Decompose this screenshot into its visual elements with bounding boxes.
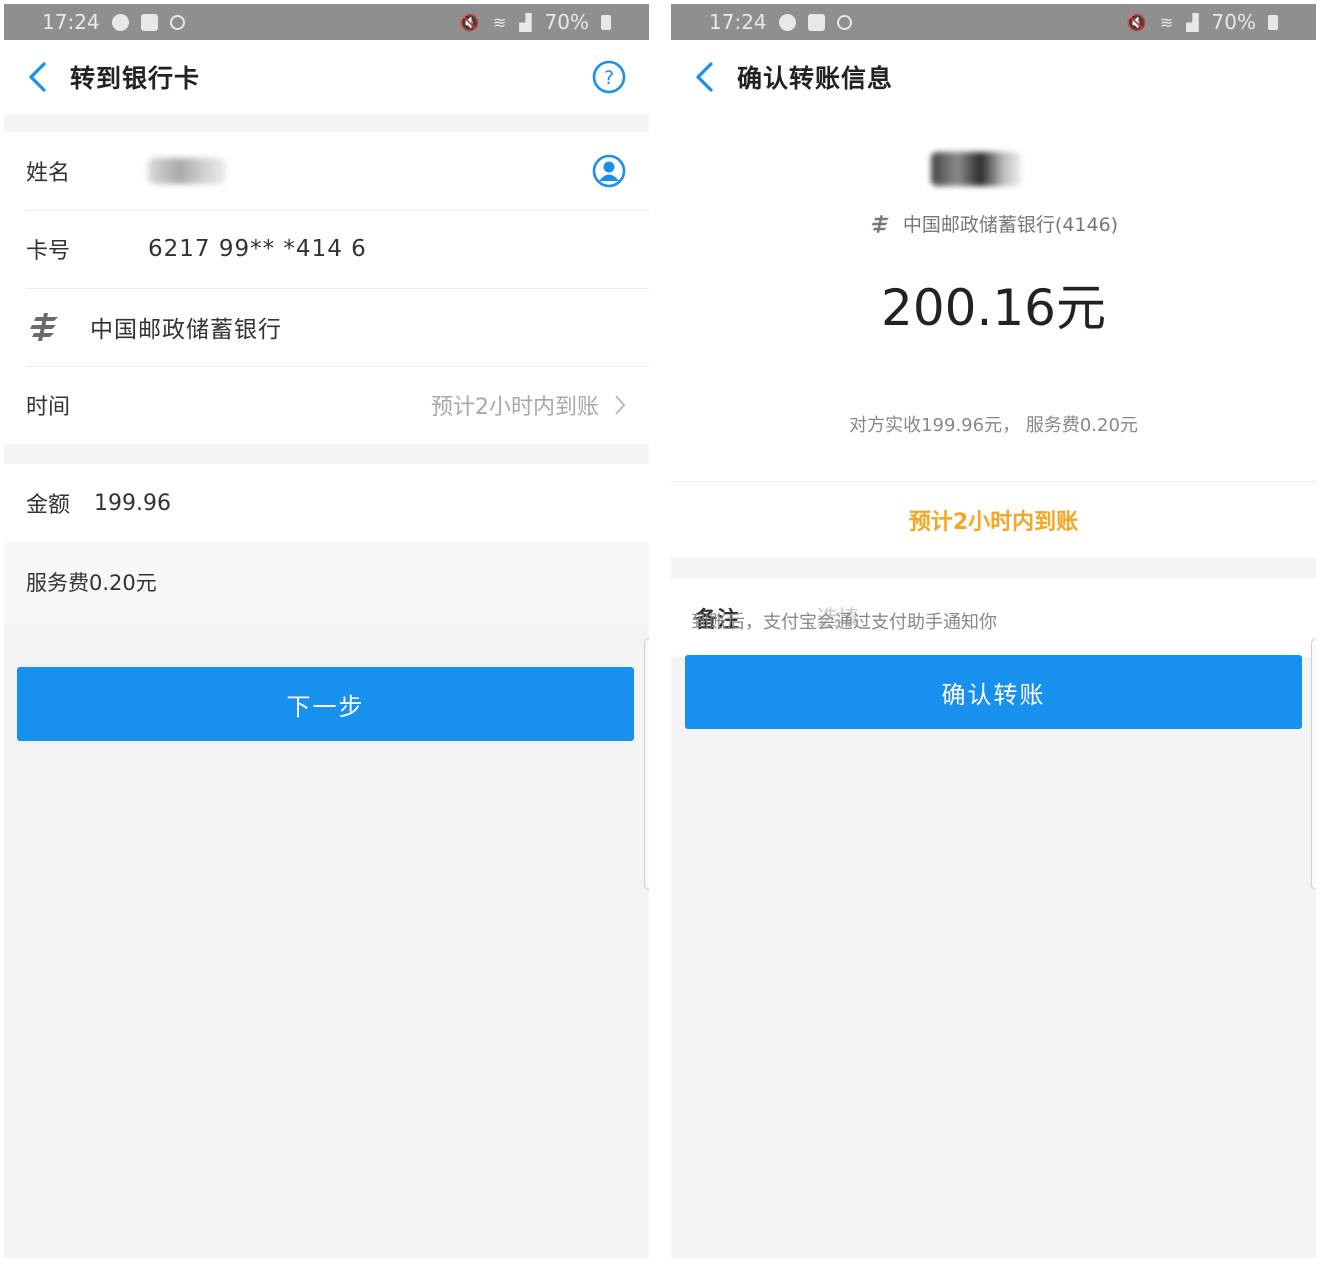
notification-hint: 到账后，支付宝会通过支付助手通知你 (691, 612, 997, 633)
svg-text:?: ? (604, 67, 614, 89)
mute-icon: 🔇 (1126, 12, 1148, 32)
bank-row: 中国邮政储蓄银行 (4, 288, 649, 366)
wifi-icon: ≋ (1159, 12, 1175, 32)
card-number: 6217 99** *414 6 (148, 236, 367, 262)
back-arrow-icon[interactable] (26, 55, 70, 99)
battery-level: 70% (1211, 10, 1256, 34)
back-arrow-icon[interactable] (693, 55, 737, 99)
mute-icon: 🔇 (459, 12, 481, 32)
next-step-button[interactable]: 下一步 (17, 667, 634, 741)
contact-icon[interactable] (591, 153, 627, 189)
side-panel-handle[interactable] (1311, 638, 1316, 890)
payee-name-blurred (931, 152, 1021, 186)
signal-icon: ▟ (1186, 12, 1200, 32)
bank-and-card-tail: 中国邮政储蓄银行(4146) (902, 214, 1119, 236)
transfer-to-card-screen: 17:24 🔇 ≋ ▟ 70% 转到银行卡 ? 姓名 卡号 6217 99** … (4, 4, 649, 1258)
wifi-icon: ≋ (492, 12, 508, 32)
postal-bank-logo (871, 214, 890, 233)
mail-icon (140, 13, 158, 31)
status-bar: 17:24 🔇 ≋ ▟ 70% (4, 4, 649, 40)
search-icon (169, 14, 185, 30)
battery-icon (601, 14, 611, 30)
amount-label: 金额 (26, 493, 71, 518)
battery-level: 70% (544, 10, 589, 34)
mail-icon (807, 13, 825, 31)
time-row[interactable]: 时间 预计2小时内到账 (4, 366, 649, 444)
card-number-row: 卡号 6217 99** *414 6 (4, 210, 649, 288)
status-time: 17:24 (709, 10, 767, 34)
title-bar: 确认转账信息 (671, 40, 1316, 114)
alarm-icon (778, 13, 796, 31)
amount-row: 金额 (4, 464, 649, 542)
payee-name-blurred (148, 158, 226, 184)
postal-bank-logo (30, 313, 58, 341)
confirm-transfer-screen: 17:24 🔇 ≋ ▟ 70% 确认转账信息 中国邮政储蓄银行(4146) 20… (671, 4, 1316, 1258)
status-time: 17:24 (42, 10, 100, 34)
bank-line: 中国邮政储蓄银行(4146) (671, 210, 1316, 237)
bank-name: 中国邮政储蓄银行 (90, 317, 282, 343)
arrival-time-selector[interactable]: 预计2小时内到账 (431, 389, 627, 421)
payee-card: 姓名 卡号 6217 99** *414 6 中国邮政储蓄银行 时间 预计2小时… (4, 132, 649, 444)
help-icon[interactable]: ? (591, 59, 627, 95)
service-fee: 服务费0.20元 (4, 542, 649, 622)
status-bar: 17:24 🔇 ≋ ▟ 70% (671, 4, 1316, 40)
battery-icon (1268, 14, 1278, 30)
name-label: 姓名 (26, 161, 71, 186)
confirm-transfer-button[interactable]: 确认转账 (685, 655, 1302, 729)
card-label: 卡号 (26, 239, 71, 264)
search-icon (836, 14, 852, 30)
arrival-estimate: 预计2小时内到账 (671, 481, 1316, 557)
amount-input[interactable] (94, 490, 395, 516)
name-row: 姓名 (4, 132, 649, 210)
title-bar: 转到银行卡 ? (4, 40, 649, 114)
side-panel-handle[interactable] (644, 638, 649, 890)
signal-icon: ▟ (519, 12, 533, 32)
time-label: 时间 (26, 395, 71, 420)
transfer-summary-card: 中国邮政储蓄银行(4146) 200.16元 对方实收199.96元， 服务费0… (671, 114, 1316, 481)
transfer-amount: 200.16元 (881, 279, 1106, 337)
amount-card: 金额 服务费0.20元 (4, 464, 649, 622)
arrival-time-value: 预计2小时内到账 (431, 395, 599, 420)
received-and-fee-note: 对方实收199.96元， 服务费0.20元 (849, 415, 1138, 436)
alarm-icon (111, 13, 129, 31)
chevron-right-icon (615, 395, 626, 415)
page-title: 确认转账信息 (737, 64, 894, 93)
page-title: 转到银行卡 (70, 64, 201, 93)
